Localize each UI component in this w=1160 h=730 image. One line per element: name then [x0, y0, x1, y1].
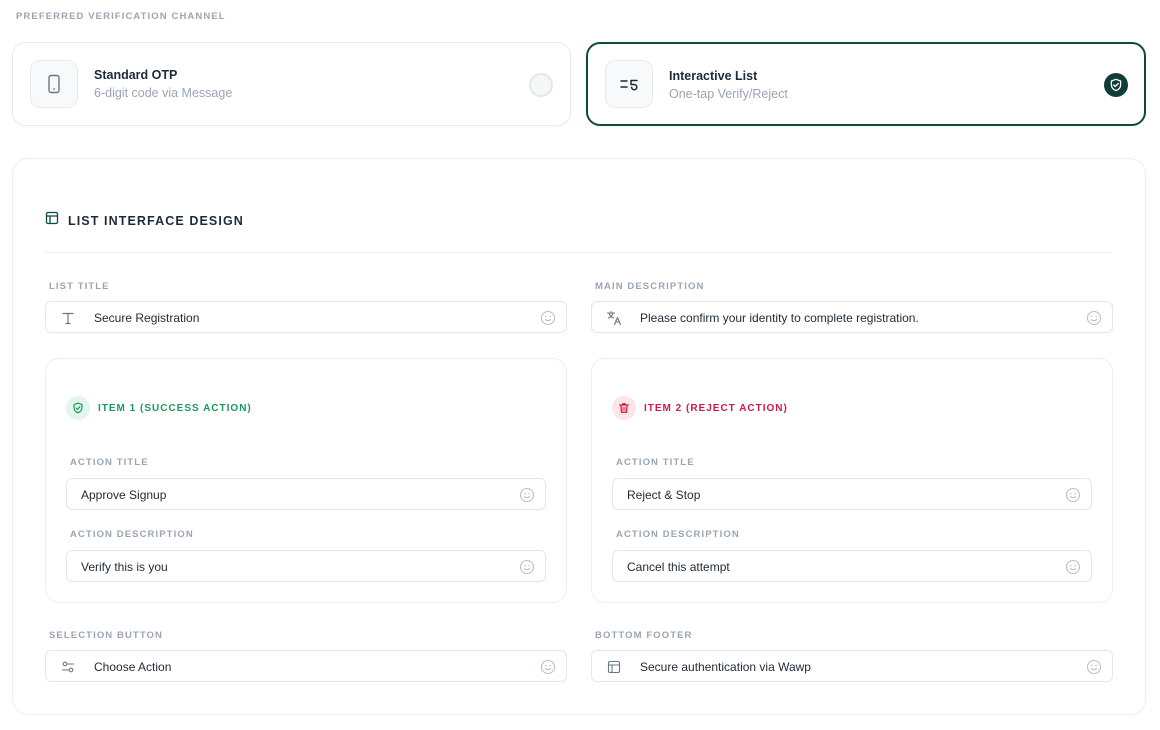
translate-icon	[606, 310, 622, 326]
main-description-label: MAIN DESCRIPTION	[595, 281, 705, 292]
action-title-value: Reject & Stop	[627, 488, 701, 502]
emoji-icon[interactable]	[1086, 310, 1102, 326]
shield-check-icon	[66, 396, 90, 420]
main-description-value: Please confirm your identity to complete…	[640, 311, 919, 325]
list-icon	[605, 60, 653, 108]
action-title-value: Approve Signup	[81, 488, 167, 502]
text-icon	[60, 310, 76, 326]
item-2-action-description-input[interactable]: Cancel this attempt	[612, 550, 1092, 582]
channel-option-standard-otp[interactable]: Standard OTP 6-digit code via Message	[12, 42, 571, 126]
channel-option-interactive-list[interactable]: Interactive List One-tap Verify/Reject	[586, 42, 1146, 126]
item-1-card: ITEM 1 (SUCCESS ACTION) ACTION TITLE App…	[45, 358, 567, 603]
item-2-header: ITEM 2 (REJECT ACTION)	[612, 396, 788, 420]
layout-icon	[45, 211, 59, 230]
item-1-action-title-input[interactable]: Approve Signup	[66, 478, 546, 510]
emoji-icon[interactable]	[519, 487, 535, 503]
action-description-label: ACTION DESCRIPTION	[616, 529, 740, 540]
item-2-title: ITEM 2 (REJECT ACTION)	[644, 402, 788, 414]
selection-button-input[interactable]: Choose Action	[45, 650, 567, 682]
phone-icon	[30, 60, 78, 108]
emoji-icon[interactable]	[1065, 559, 1081, 575]
channel-heading: PREFERRED VERIFICATION CHANNEL	[16, 11, 226, 22]
list-title-value: Secure Registration	[94, 311, 200, 325]
action-description-value: Cancel this attempt	[627, 560, 730, 574]
panel-header: LIST INTERFACE DESIGN	[45, 211, 244, 230]
item-2-action-title-input[interactable]: Reject & Stop	[612, 478, 1092, 510]
channel-option-title: Standard OTP	[94, 68, 178, 82]
shield-check-icon[interactable]	[1104, 73, 1128, 97]
bottom-footer-input[interactable]: Secure authentication via Wawp	[591, 650, 1113, 682]
selection-button-value: Choose Action	[94, 660, 172, 674]
list-title-label: LIST TITLE	[49, 281, 110, 292]
action-description-value: Verify this is you	[81, 560, 168, 574]
emoji-icon[interactable]	[540, 659, 556, 675]
layout-icon	[606, 659, 622, 675]
item-1-title: ITEM 1 (SUCCESS ACTION)	[98, 402, 252, 414]
item-1-header: ITEM 1 (SUCCESS ACTION)	[66, 396, 252, 420]
item-1-action-description-input[interactable]: Verify this is you	[66, 550, 546, 582]
channel-option-subtitle: One-tap Verify/Reject	[669, 87, 788, 101]
emoji-icon[interactable]	[540, 310, 556, 326]
action-title-label: ACTION TITLE	[616, 457, 695, 468]
list-title-input[interactable]: Secure Registration	[45, 301, 567, 333]
sliders-icon	[60, 659, 76, 675]
emoji-icon[interactable]	[519, 559, 535, 575]
emoji-icon[interactable]	[1065, 487, 1081, 503]
channel-option-subtitle: 6-digit code via Message	[94, 86, 233, 100]
panel-title: LIST INTERFACE DESIGN	[68, 213, 244, 228]
channel-option-title: Interactive List	[669, 69, 758, 83]
list-interface-design-panel: LIST INTERFACE DESIGN LIST TITLE Secure …	[12, 158, 1146, 715]
divider	[45, 252, 1113, 253]
bottom-footer-label: BOTTOM FOOTER	[595, 630, 693, 641]
selection-button-label: SELECTION BUTTON	[49, 630, 164, 641]
emoji-icon[interactable]	[1086, 659, 1102, 675]
main-description-input[interactable]: Please confirm your identity to complete…	[591, 301, 1113, 333]
item-2-card: ITEM 2 (REJECT ACTION) ACTION TITLE Reje…	[591, 358, 1113, 603]
action-title-label: ACTION TITLE	[70, 457, 149, 468]
radio-unchecked[interactable]	[529, 73, 553, 97]
trash-icon	[612, 396, 636, 420]
bottom-footer-value: Secure authentication via Wawp	[640, 660, 811, 674]
action-description-label: ACTION DESCRIPTION	[70, 529, 194, 540]
